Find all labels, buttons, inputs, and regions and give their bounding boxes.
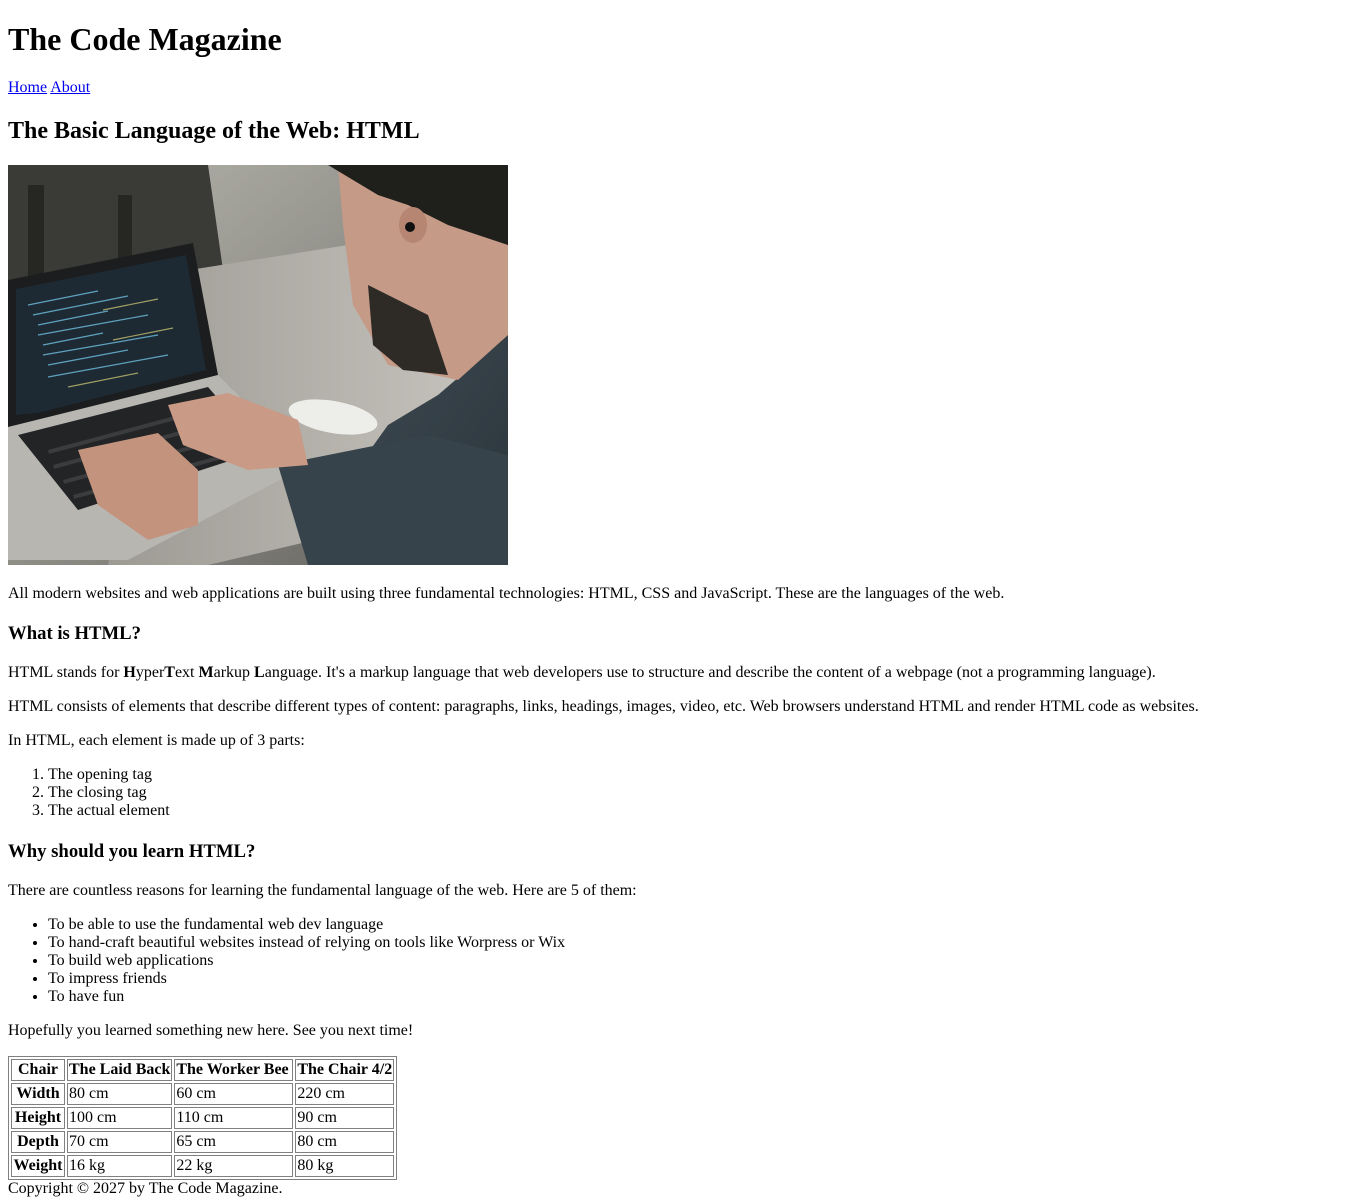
table-cell: 100 cm	[67, 1107, 173, 1129]
page: The Code Magazine Home About The Basic L…	[8, 0, 1341, 1198]
list-item: To be able to use the fundamental web de…	[48, 916, 1341, 934]
html-definition-paragraph: HTML stands for HyperText Markup Languag…	[8, 664, 1341, 682]
section-heading-what: What is HTML?	[8, 623, 142, 644]
closing-paragraph: Hopefully you learned something new here…	[8, 1022, 414, 1039]
element-parts-list: The opening tag The closing tag The actu…	[8, 766, 1341, 820]
definition-text-start: HTML stands for	[8, 664, 124, 681]
table-header-cell: The Laid Back	[67, 1059, 173, 1081]
acronym-letter-h: H	[123, 664, 136, 681]
table-cell: 80 kg	[295, 1155, 395, 1177]
list-item: The actual element	[48, 802, 1341, 820]
element-parts-intro: In HTML, each element is made up of 3 pa…	[8, 732, 305, 749]
table-cell: 110 cm	[174, 1107, 294, 1129]
html-elements-paragraph: HTML consists of elements that describe …	[8, 698, 1199, 715]
table-row: Height 100 cm 110 cm 90 cm	[11, 1107, 395, 1129]
list-item: To build web applications	[48, 952, 1341, 970]
table-cell: 22 kg	[174, 1155, 294, 1177]
reasons-intro: There are countless reasons for learning…	[8, 882, 637, 899]
site-title: The Code Magazine	[8, 21, 282, 57]
article-title: The Basic Language of the Web: HTML	[8, 118, 420, 144]
nav-link-home[interactable]: Home	[8, 79, 47, 96]
main-nav: Home About	[8, 79, 1341, 97]
article-hero-image	[8, 165, 508, 565]
list-item: To hand-craft beautiful websites instead…	[48, 934, 1341, 952]
row-label: Depth	[11, 1131, 65, 1153]
reasons-list: To be able to use the fundamental web de…	[8, 916, 1341, 1006]
word-arkup: arkup	[213, 664, 255, 681]
acronym-letter-m: M	[198, 664, 214, 681]
word-anguage: anguage	[264, 664, 319, 681]
table-cell: 220 cm	[295, 1083, 395, 1105]
intro-paragraph: All modern websites and web applications…	[8, 585, 1005, 602]
list-item: To impress friends	[48, 970, 1341, 988]
list-item: To have fun	[48, 988, 1341, 1006]
table-row: Weight 16 kg 22 kg 80 kg	[11, 1155, 395, 1177]
table-header-cell: The Worker Bee	[174, 1059, 294, 1081]
definition-text-end: . It's a markup language that web develo…	[318, 664, 1156, 681]
word-ext: ext	[174, 664, 199, 681]
table-cell: 16 kg	[67, 1155, 173, 1177]
table-row: Depth 70 cm 65 cm 80 cm	[11, 1131, 395, 1153]
chair-specs-table: Chair The Laid Back The Worker Bee The C…	[8, 1056, 398, 1180]
table-cell: 80 cm	[295, 1131, 395, 1153]
table-cell: 65 cm	[174, 1131, 294, 1153]
list-item: The opening tag	[48, 766, 1341, 784]
acronym-letter-t: T	[164, 664, 175, 681]
table-cell: 60 cm	[174, 1083, 294, 1105]
row-label: Weight	[11, 1155, 65, 1177]
table-cell: 70 cm	[67, 1131, 173, 1153]
acronym-letter-l: L	[254, 664, 265, 681]
table-row: Width 80 cm 60 cm 220 cm	[11, 1083, 395, 1105]
nav-link-about[interactable]: About	[50, 79, 90, 96]
list-item: The closing tag	[48, 784, 1341, 802]
table-cell: 80 cm	[67, 1083, 173, 1105]
word-yper: yper	[135, 664, 165, 681]
table-header-row: Chair The Laid Back The Worker Bee The C…	[11, 1059, 395, 1081]
table-header-cell: The Chair 4/2	[295, 1059, 395, 1081]
row-label: Width	[11, 1083, 65, 1105]
footer-copyright: Copyright © 2027 by The Code Magazine.	[8, 1180, 283, 1197]
section-heading-why: Why should you learn HTML?	[8, 841, 256, 862]
table-cell: 90 cm	[295, 1107, 395, 1129]
row-label: Height	[11, 1107, 65, 1129]
table-header-cell: Chair	[11, 1059, 65, 1081]
